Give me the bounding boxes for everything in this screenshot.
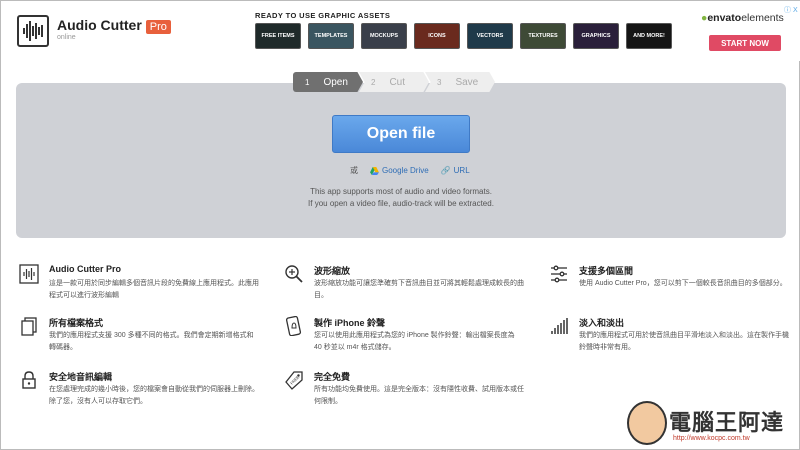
feature-title: 波形縮放 [314,266,351,276]
or-label: 或 [350,166,358,175]
feature-desc: 波形縮放功能可讓您準確剪下音訊曲目並可將其輕鬆處理成較長的曲目。 [314,280,524,299]
feature-title: Audio Cutter Pro [49,264,121,274]
feature-title: 安全地音訊編輯 [49,372,113,382]
info-line-2: If you open a video file, audio-track wi… [308,199,494,208]
ad-tile-mockups[interactable]: MOCKUPS [361,23,407,49]
feature-title: 完全免費 [314,372,351,382]
free-tag-icon: FREE [285,371,303,390]
ad-tile-and-more[interactable]: AND MORE! [626,23,672,49]
feature-title: 所有檔案格式 [49,318,104,328]
step-tabs: 1 Open 2 Cut 3 Save [293,72,495,92]
watermark-url: http://www.kocpc.com.tw [673,435,750,442]
app-status: online [57,34,76,41]
url-link[interactable]: 🔗 URL [441,166,470,175]
fade-bars-icon [551,318,568,334]
step-save[interactable]: 3 Save [425,72,495,92]
app-logo-icon[interactable] [17,15,49,47]
envato-logo[interactable]: ●envatoelements [701,12,784,24]
waveform-icon [19,264,39,284]
app-title[interactable]: Audio Cutter Pro [57,17,171,34]
feature-desc: 我們的應用程式可用於使音訊曲目平滑地淡入和淡出。這在製作手機鈴聲時非常有用。 [579,332,789,351]
ad-tile-free-items[interactable]: FREE ITEMS [255,23,301,49]
step-label: Open [323,76,348,88]
watermark-avatar [627,401,667,445]
alt-sources: 或 Google Drive 🔗 URL [350,165,470,176]
ad-tile-templates[interactable]: TEMPLATES [308,23,354,49]
header: Audio Cutter Pro online READY TO USE GRAP… [1,1,800,61]
ad-tile-textures[interactable]: TEXTURES [520,23,566,49]
start-now-button[interactable]: START NOW [709,35,781,51]
zoom-in-icon [285,265,303,283]
ad-title: READY TO USE GRAPHIC ASSETS [255,11,391,20]
files-icon [21,317,37,336]
info-line-1: This app supports most of audio and vide… [310,187,492,196]
sliders-icon [551,265,567,283]
step-open[interactable]: 1 Open [293,72,363,92]
ad-tiles: FREE ITEMS TEMPLATES MOCKUPS ICONS VECTO… [255,23,672,49]
feature-title: 淡入和淡出 [579,318,625,328]
ad-tile-vectors[interactable]: VECTORS [467,23,513,49]
feature-desc: 您可以使用此應用程式為您的 iPhone 製作鈴聲：輸出檔案長度為 40 秒並以… [314,332,515,351]
feature-desc: 所有功能均免費使用。這是完全版本：沒有隱性收費、試用版本或任何限制。 [314,386,524,405]
ad-close-icon[interactable]: ⓘ X [784,5,798,15]
pro-badge: Pro [145,20,171,34]
step-number: 2 [371,77,376,87]
url-label: URL [453,166,470,175]
feature-title: 製作 iPhone 鈴聲 [314,318,386,328]
format-info: This app supports most of audio and vide… [201,186,601,210]
ad-tile-graphics[interactable]: GRAPHICS [573,23,619,49]
google-drive-icon [370,166,379,175]
watermark-text: 電腦王阿達 [669,410,785,435]
ad-tile-icons[interactable]: ICONS [414,23,460,49]
lock-icon [22,371,36,389]
envato-brand-prefix: envato [707,12,742,24]
google-drive-label: Google Drive [382,166,429,175]
app-name: Audio Cutter [57,17,142,33]
feature-desc: 使用 Audio Cutter Pro，您可以剪下一個較長音訊曲目的多個部分。 [579,280,787,287]
feature-desc: 在您處理完成的幾小時後，您的檔案會自動從我們的伺服器上刪除。除了您，沒有人可以存… [49,386,259,405]
feature-title: 支援多個區間 [579,266,634,276]
step-cut[interactable]: 2 Cut [359,72,429,92]
google-drive-link[interactable]: Google Drive [370,166,429,175]
step-number: 1 [305,77,310,87]
envato-brand-suffix: elements [741,12,784,24]
feature-desc: 這是一款可用於同步編輯多個音訊片段的免費線上應用程式。此應用程式可以進行波形編輯 [49,280,259,299]
step-label: Save [455,76,479,88]
step-label: Cut [389,76,406,88]
open-file-button[interactable]: Open file [332,115,470,153]
step-number: 3 [437,77,442,87]
main-panel [16,83,786,238]
link-icon: 🔗 [440,166,451,175]
feature-desc: 我們的應用程式支援 300 多種不同的格式。我們會定期新增格式和轉碼器。 [49,332,254,351]
phone-bell-icon [285,316,302,336]
